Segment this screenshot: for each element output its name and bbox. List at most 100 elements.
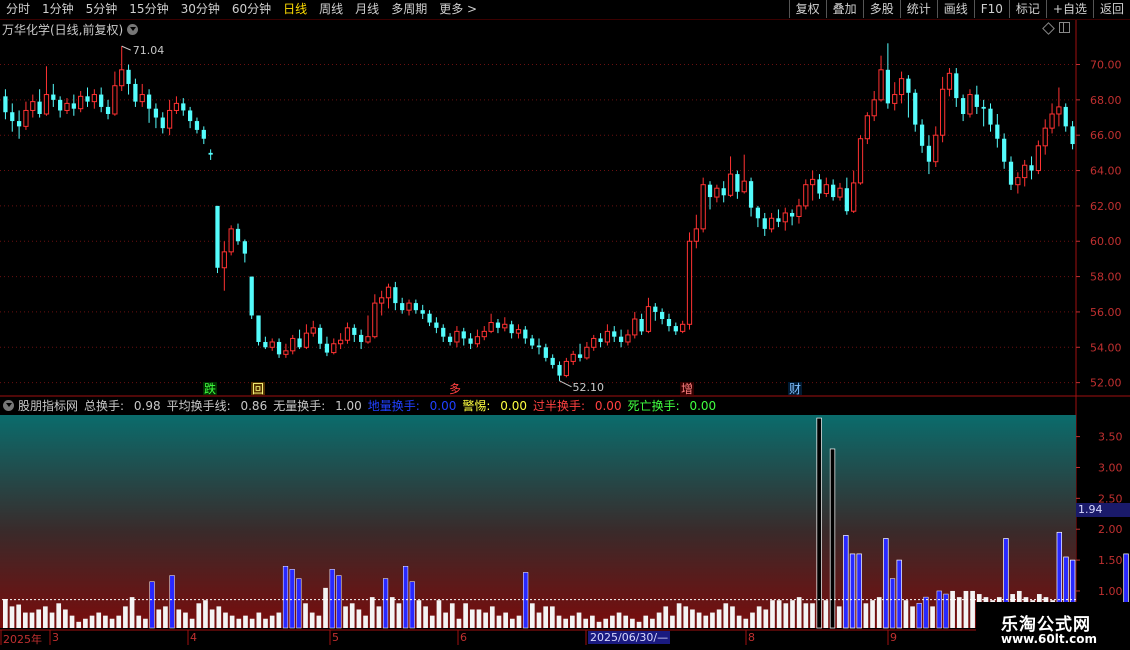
turnover-bar xyxy=(23,612,28,628)
turnover-bar xyxy=(36,609,42,628)
avg-turnover: 平均换手线: 0.86 xyxy=(167,397,268,414)
candle-body xyxy=(926,145,932,162)
candle-body xyxy=(1049,113,1055,129)
candle-body xyxy=(3,96,8,113)
none-turnover: 无量换手: 1.00 xyxy=(273,397,362,414)
candle-body xyxy=(707,184,713,198)
candle-body xyxy=(269,341,275,348)
turnover-bar xyxy=(376,606,382,628)
turnover-bar xyxy=(750,612,755,628)
price-tick-label: 58.00 xyxy=(1090,271,1122,284)
candle-body xyxy=(359,334,364,342)
turnover-bar xyxy=(870,600,875,628)
candle-body xyxy=(768,217,775,230)
turnover-bar xyxy=(449,603,455,628)
turnover-bar xyxy=(56,603,62,628)
price-tick-label: 60.00 xyxy=(1090,235,1122,248)
candle-body xyxy=(509,324,514,334)
turnover-bar xyxy=(823,600,829,628)
candle-body xyxy=(400,303,405,311)
candle-body xyxy=(673,326,678,332)
turnover-bar xyxy=(550,606,555,628)
candle-body xyxy=(413,303,418,311)
candle-body xyxy=(447,336,453,342)
candle-body xyxy=(625,334,631,343)
date-label: 4 xyxy=(190,631,197,644)
price-tick-label: 70.00 xyxy=(1090,59,1122,72)
indicator-background xyxy=(0,415,1076,628)
candle-body xyxy=(961,98,966,114)
candle-body xyxy=(194,121,200,130)
turnover-bar xyxy=(630,618,635,628)
turnover-bar xyxy=(556,615,562,628)
candle-body xyxy=(139,94,145,103)
turnover-bar xyxy=(603,618,609,628)
turnover-spike-bar xyxy=(856,553,862,629)
candle-body xyxy=(686,240,693,325)
turnover-spike-bar xyxy=(896,559,902,629)
candle-body xyxy=(208,152,213,155)
candle-body xyxy=(680,323,686,332)
indicator-tick-label: 3.00 xyxy=(1098,461,1123,474)
candle-body xyxy=(645,306,652,332)
turnover-bar xyxy=(623,615,629,628)
turnover-bar xyxy=(363,615,368,628)
turnover-bar xyxy=(329,569,335,629)
candlestick-chart[interactable]: 70.0068.0066.0064.0062.0060.0058.0056.00… xyxy=(0,0,1130,650)
candle-body xyxy=(762,218,767,229)
candle-body xyxy=(933,134,939,163)
candle-body xyxy=(721,188,726,196)
low-price-label: 52.10 xyxy=(573,381,605,394)
turnover-bar xyxy=(716,609,722,628)
turnover-bar xyxy=(396,603,402,628)
turnover-bar xyxy=(263,618,268,628)
candle-body xyxy=(166,109,173,129)
none-turnover-label: 无量换手: xyxy=(273,398,326,413)
candle-body xyxy=(536,345,542,348)
candle-body xyxy=(885,69,890,104)
candle-body xyxy=(523,329,528,339)
indicator-tick-label: 1.50 xyxy=(1098,554,1123,567)
candle-body xyxy=(420,310,425,314)
dead-turnover-label: 死亡换手: xyxy=(627,398,680,413)
date-label: 2025年 xyxy=(3,633,42,646)
total-turnover: 总换手: 0.98 xyxy=(84,397,161,414)
turnover-bar xyxy=(269,615,275,628)
candle-body xyxy=(1070,126,1075,145)
turnover-bar xyxy=(289,569,295,629)
turnover-bar xyxy=(476,609,482,628)
candle-body xyxy=(700,184,706,230)
turnover-bar xyxy=(710,612,715,628)
turnover-bar xyxy=(783,603,789,628)
candle-body xyxy=(1056,106,1062,115)
event-marker: 增 xyxy=(681,382,693,396)
candle-body xyxy=(570,353,576,362)
turnover-bar xyxy=(309,612,315,628)
turnover-spike-bar xyxy=(843,535,849,629)
candle-body xyxy=(474,336,481,345)
turnover-bar xyxy=(770,600,775,628)
candle-body xyxy=(974,94,979,107)
candle-body xyxy=(755,207,761,219)
candle-body xyxy=(919,124,925,146)
candle-body xyxy=(550,357,555,365)
candle-body xyxy=(16,121,22,127)
turnover-bar xyxy=(936,590,942,629)
warn-turnover-value: 0.00 xyxy=(500,398,527,413)
candle-body xyxy=(598,338,603,342)
turnover-bar xyxy=(256,612,262,628)
turnover-bar xyxy=(143,618,148,628)
candle-body xyxy=(1008,161,1014,185)
candle-body xyxy=(481,330,487,338)
half-turnover-label: 过半换手: xyxy=(532,398,586,413)
candle-body xyxy=(967,94,973,115)
turnover-bar xyxy=(169,575,175,629)
turnover-bar xyxy=(282,566,289,629)
turnover-bar xyxy=(223,612,228,628)
turnover-bar xyxy=(336,575,342,629)
candle-body xyxy=(235,228,241,242)
candle-body xyxy=(10,112,15,122)
candle-body xyxy=(51,94,56,100)
event-marker: 多 xyxy=(449,382,461,396)
chevron-down-icon[interactable] xyxy=(3,399,14,411)
